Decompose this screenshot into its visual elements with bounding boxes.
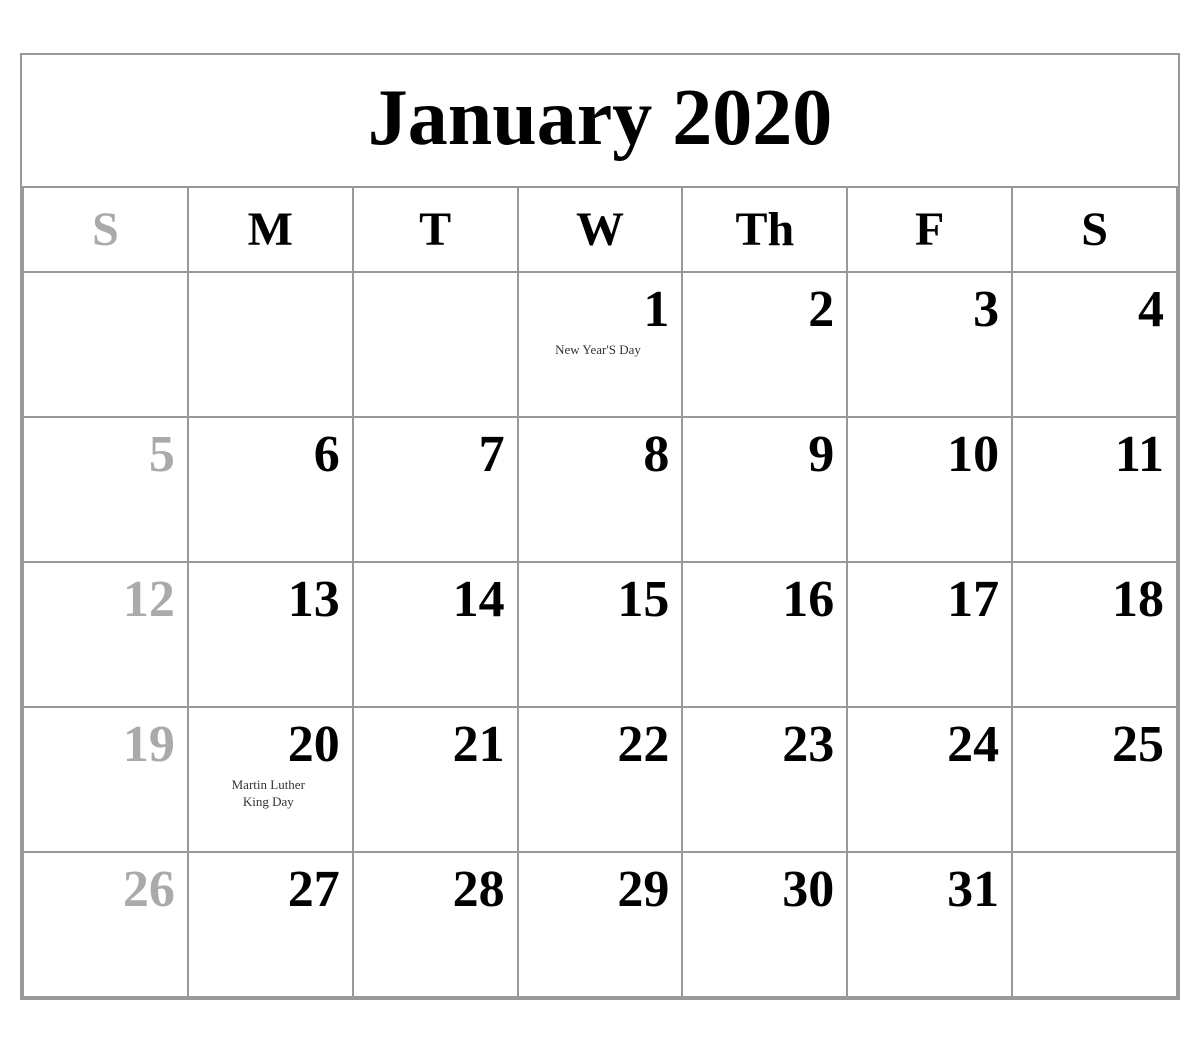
day-cell: 21 <box>354 708 519 853</box>
day-cell: 27 <box>189 853 354 998</box>
day-cell: 8 <box>519 418 684 563</box>
day-header: S <box>1013 188 1178 273</box>
day-cell: 28 <box>354 853 519 998</box>
day-number: 28 <box>362 861 505 918</box>
holiday-label: Martin Luther King Day <box>197 777 340 811</box>
day-number: 16 <box>691 571 834 628</box>
day-cell: 30 <box>683 853 848 998</box>
day-cell: 2 <box>683 273 848 418</box>
day-number: 15 <box>527 571 670 628</box>
day-cell: 10 <box>848 418 1013 563</box>
day-number: 2 <box>691 281 834 338</box>
day-cell: 29 <box>519 853 684 998</box>
day-number: 9 <box>691 426 834 483</box>
day-cell: 14 <box>354 563 519 708</box>
day-cell: 5 <box>24 418 189 563</box>
day-number: 26 <box>32 861 175 918</box>
day-number: 14 <box>362 571 505 628</box>
day-number: 11 <box>1021 426 1164 483</box>
day-header: Th <box>683 188 848 273</box>
day-header: T <box>354 188 519 273</box>
day-cell: 18 <box>1013 563 1178 708</box>
day-header: S <box>24 188 189 273</box>
day-cell: 31 <box>848 853 1013 998</box>
day-cell <box>24 273 189 418</box>
day-number: 19 <box>32 716 175 773</box>
calendar-container: January 2020 SMTWThFS1New Year'S Day2345… <box>20 53 1180 1000</box>
day-cell: 1 New Year'S Day <box>519 273 684 418</box>
day-number: 18 <box>1021 571 1164 628</box>
day-cell: 12 <box>24 563 189 708</box>
day-cell: 25 <box>1013 708 1178 853</box>
day-number: 8 <box>527 426 670 483</box>
day-cell: 7 <box>354 418 519 563</box>
day-cell: 23 <box>683 708 848 853</box>
day-cell <box>354 273 519 418</box>
day-cell: 16 <box>683 563 848 708</box>
day-cell: 11 <box>1013 418 1178 563</box>
day-number: 22 <box>527 716 670 773</box>
day-number: 5 <box>32 426 175 483</box>
day-cell: 19 <box>24 708 189 853</box>
day-number: 31 <box>856 861 999 918</box>
day-cell: 17 <box>848 563 1013 708</box>
day-cell: 15 <box>519 563 684 708</box>
day-header: M <box>189 188 354 273</box>
day-number: 12 <box>32 571 175 628</box>
day-number: 1 <box>527 281 670 338</box>
day-cell: 24 <box>848 708 1013 853</box>
day-cell: 6 <box>189 418 354 563</box>
calendar-title: January 2020 <box>22 55 1178 188</box>
day-cell: 22 <box>519 708 684 853</box>
day-cell: 3 <box>848 273 1013 418</box>
day-number: 7 <box>362 426 505 483</box>
day-cell: 9 <box>683 418 848 563</box>
day-number: 6 <box>197 426 340 483</box>
day-cell: 26 <box>24 853 189 998</box>
day-number: 21 <box>362 716 505 773</box>
holiday-label: New Year'S Day <box>527 342 670 359</box>
day-cell <box>189 273 354 418</box>
day-number: 29 <box>527 861 670 918</box>
day-number: 10 <box>856 426 999 483</box>
day-number: 27 <box>197 861 340 918</box>
day-number: 24 <box>856 716 999 773</box>
day-cell: 4 <box>1013 273 1178 418</box>
day-cell: 20 Martin Luther King Day <box>189 708 354 853</box>
day-number: 13 <box>197 571 340 628</box>
day-header: W <box>519 188 684 273</box>
day-number: 3 <box>856 281 999 338</box>
day-cell: 13 <box>189 563 354 708</box>
calendar-grid: SMTWThFS1New Year'S Day23456789101112131… <box>22 188 1178 998</box>
day-number: 30 <box>691 861 834 918</box>
day-number: 17 <box>856 571 999 628</box>
day-number: 23 <box>691 716 834 773</box>
day-number: 20 <box>197 716 340 773</box>
day-header: F <box>848 188 1013 273</box>
day-cell <box>1013 853 1178 998</box>
day-number: 25 <box>1021 716 1164 773</box>
day-number: 4 <box>1021 281 1164 338</box>
